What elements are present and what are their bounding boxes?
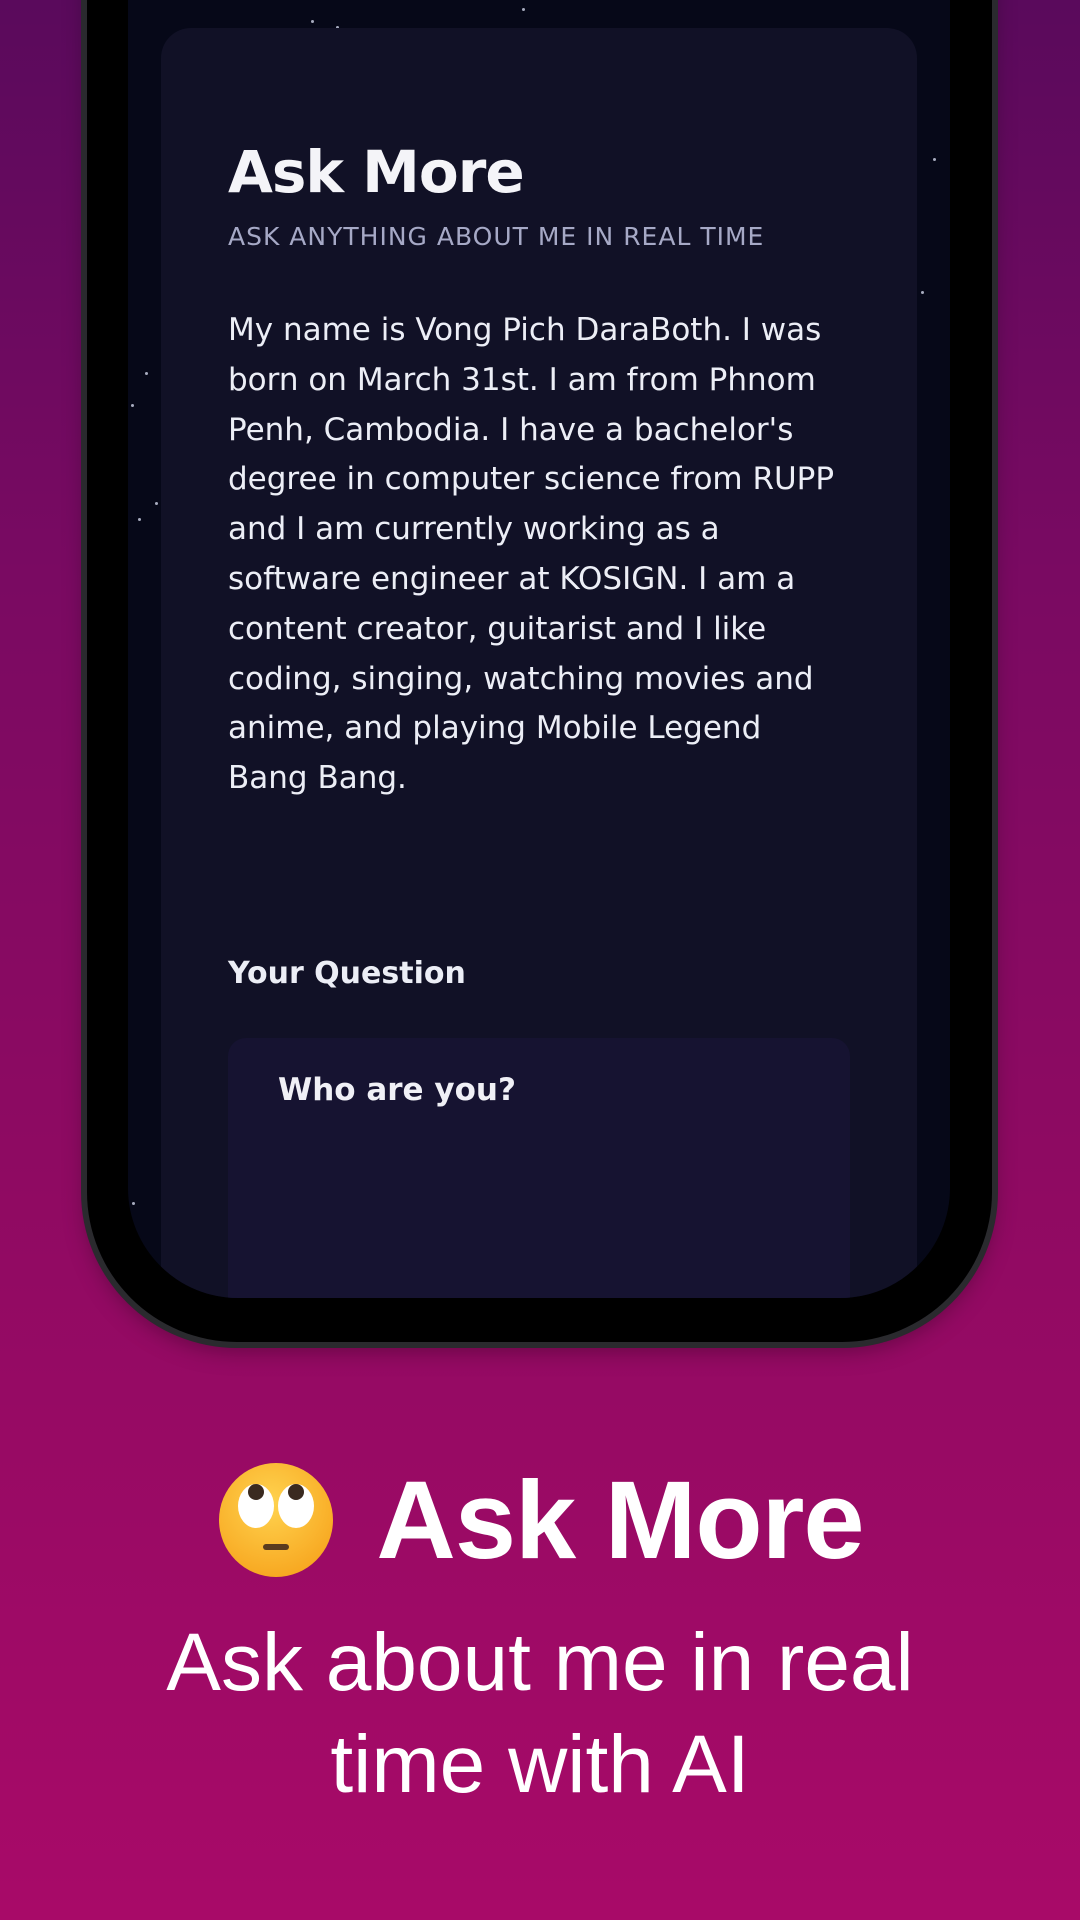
promo-title: Ask More	[376, 1458, 864, 1582]
star	[138, 518, 141, 521]
star	[131, 404, 134, 407]
star	[311, 20, 314, 23]
star	[921, 291, 924, 294]
promo-heading: Ask More	[0, 1455, 1080, 1585]
ask-more-card: Ask More ASK ANYTHING ABOUT ME IN REAL T…	[161, 28, 917, 1298]
question-label: Your Question	[228, 956, 466, 991]
star	[155, 502, 158, 505]
phone-screen: Ask More ASK ANYTHING ABOUT ME IN REAL T…	[128, 0, 950, 1298]
card-subtitle: ASK ANYTHING ABOUT ME IN REAL TIME	[228, 222, 765, 251]
star	[522, 8, 525, 11]
question-input[interactable]: Who are you?	[228, 1038, 850, 1298]
question-input-value: Who are you?	[278, 1072, 516, 1108]
star	[933, 158, 936, 161]
star	[145, 372, 148, 375]
promo-subtitle: Ask about me in real time with AI	[166, 1617, 914, 1810]
star	[132, 1202, 135, 1205]
bio-text: My name is Vong Pich DaraBoth. I was bor…	[228, 312, 835, 797]
face-with-rolling-eyes-icon	[219, 1463, 334, 1577]
card-title: Ask More	[228, 138, 525, 206]
